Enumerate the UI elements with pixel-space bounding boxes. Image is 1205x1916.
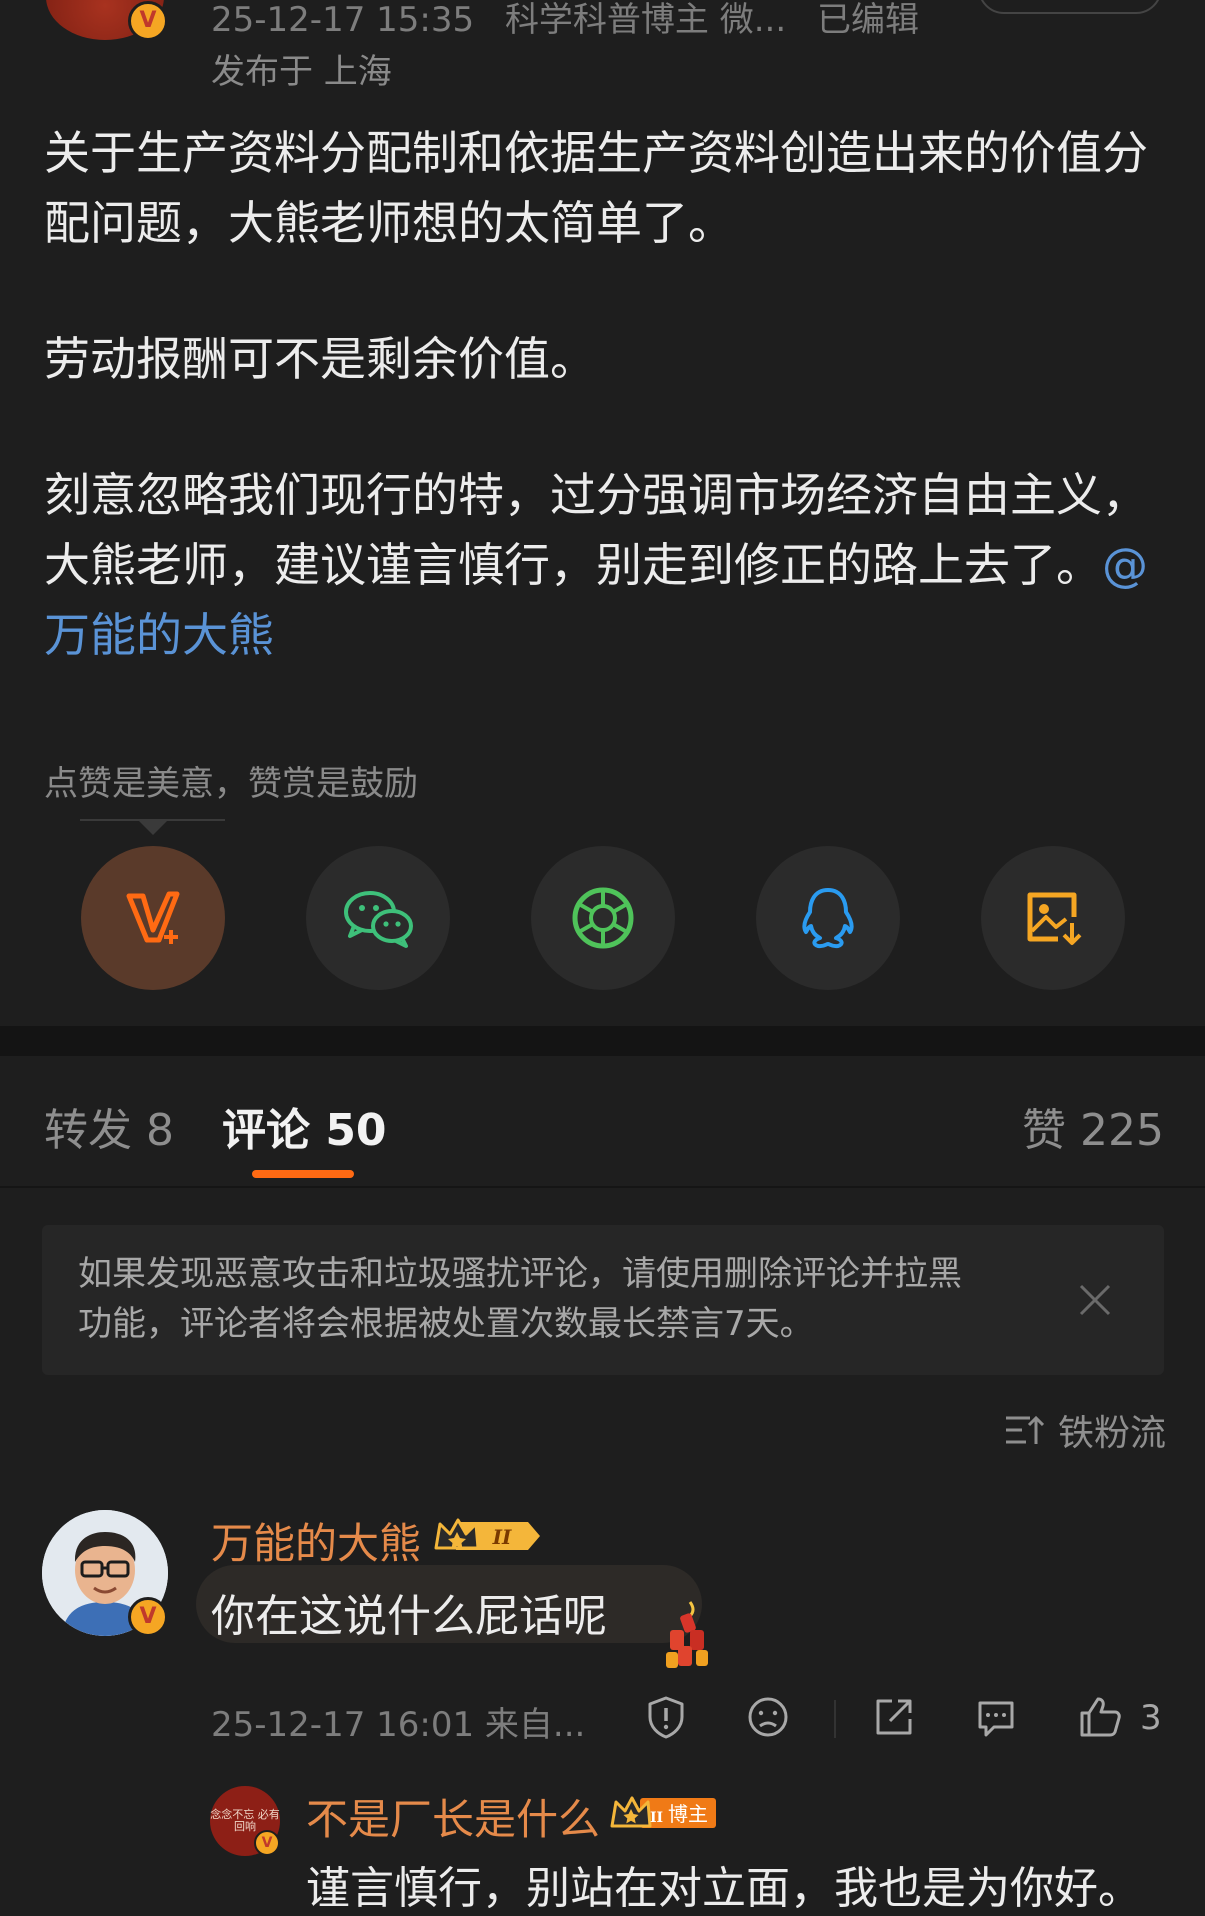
notice-text: 如果发现恶意攻击和垃圾骚扰评论，请使用删除评论并拉黑功能，评论者将会根据被处置次… — [78, 1254, 962, 1344]
tabs-divider — [0, 1186, 1205, 1188]
comment-text: 你在这说什么屁话呢 — [211, 1591, 607, 1642]
verified-badge-icon: V — [128, 1597, 168, 1637]
sort-icon — [1006, 1415, 1044, 1444]
dislike-face-icon[interactable] — [746, 1695, 790, 1739]
sort-button[interactable]: 铁粉流 — [1004, 1404, 1166, 1456]
share-moments-button[interactable] — [531, 846, 675, 990]
reply-text: 谨言慎行，别站在对立面，我也是为你好。 — [306, 1863, 1142, 1914]
post-meta: 25-12-17 15:35 科学科普博主 微... 已编辑 — [211, 0, 919, 41]
save-image-button[interactable] — [981, 846, 1125, 990]
share-wechat-button[interactable] — [306, 846, 450, 990]
active-tab-indicator — [252, 1170, 354, 1178]
section-divider — [0, 1026, 1205, 1056]
fan-level-badge-icon: II — [434, 1518, 540, 1550]
verified-badge-icon: V — [254, 1830, 280, 1856]
svg-text:博主: 博主 — [668, 1802, 708, 1826]
comment-policy-notice: 如果发现恶意攻击和垃圾骚扰评论，请使用删除评论并拉黑功能，评论者将会根据被处置次… — [42, 1225, 1164, 1375]
like-thumb-icon[interactable] — [1078, 1695, 1122, 1739]
share-qq-button[interactable] — [756, 846, 900, 990]
post-paragraph: 关于生产资料分配制和依据生产资料创造出来的价值分配问题，大熊老师想的太简单了。 — [44, 126, 1148, 250]
post-paragraph-text: 刻意忽略我们现行的特，过分强调市场经济自由主义，大熊老师，建议谨言慎行，别走到修… — [44, 468, 1148, 592]
svg-text:II: II — [650, 1810, 663, 1826]
reply-comment-icon[interactable] — [974, 1695, 1018, 1739]
svg-text:II: II — [492, 1525, 512, 1549]
edited-label[interactable]: 已编辑 — [817, 0, 919, 40]
post-paragraph: 劳动报酬可不是剩余价值。 — [44, 332, 596, 386]
report-icon[interactable] — [644, 1695, 688, 1739]
post-paragraph: 刻意忽略我们现行的特，过分强调市场经济自由主义，大熊老师，建议谨言慎行，别走到修… — [44, 460, 1174, 670]
commenter-name[interactable]: 万能的大熊 — [211, 1510, 421, 1571]
qq-icon — [802, 888, 854, 949]
author-tag: 科学科普博主 微... — [504, 0, 787, 40]
comment-meta: 25-12-17 16:01 来自... — [211, 1705, 586, 1745]
reward-hint: 点赞是美意，赞赏是鼓励 — [44, 764, 418, 804]
hint-pointer — [138, 820, 168, 835]
reward-button[interactable] — [81, 846, 225, 990]
reward-icon — [126, 891, 180, 944]
firecracker-icon — [666, 1601, 708, 1668]
moments-icon — [572, 887, 634, 949]
action-separator — [834, 1700, 836, 1738]
save-image-icon — [1027, 892, 1082, 945]
reply-author-name[interactable]: 不是厂长是什么 — [306, 1786, 600, 1847]
follow-button[interactable] — [978, 0, 1162, 14]
post-timestamp: 25-12-17 15:35 — [211, 0, 475, 40]
wechat-icon — [344, 891, 413, 948]
post-body: 关于生产资料分配制和依据生产资料创造出来的价值分配问题，大熊老师想的太简单了。 … — [44, 118, 1174, 670]
tab-comments[interactable]: 评论 50 — [222, 1094, 387, 1158]
verified-badge-icon: V — [128, 1, 168, 41]
tab-repost[interactable]: 转发 8 — [44, 1094, 174, 1158]
fan-level-badge-icon: II 博主 — [610, 1796, 716, 1828]
post-location: 发布于 上海 — [211, 52, 392, 92]
share-icon[interactable] — [872, 1695, 916, 1739]
close-icon[interactable] — [1075, 1280, 1115, 1320]
tab-likes[interactable]: 赞 225 — [1022, 1094, 1164, 1158]
sort-label: 铁粉流 — [1058, 1413, 1167, 1454]
like-count: 3 — [1140, 1698, 1162, 1738]
